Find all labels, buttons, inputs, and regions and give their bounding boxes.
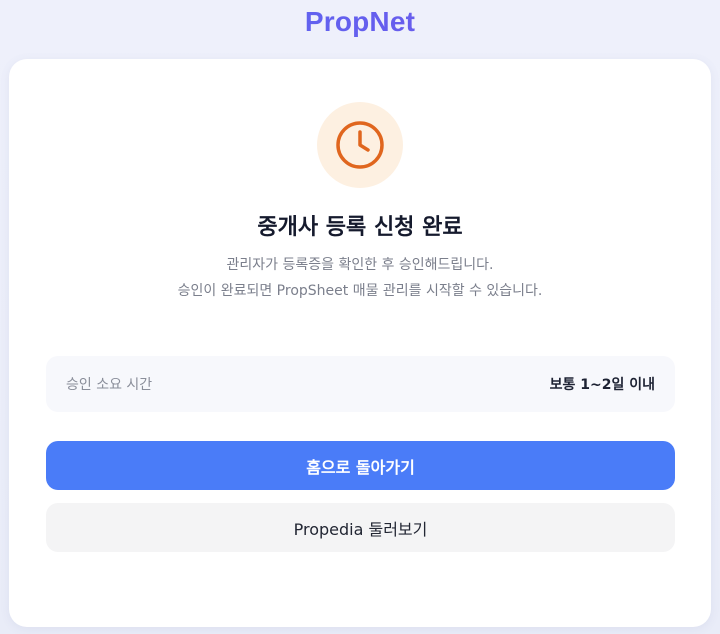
description-line-1: 관리자가 등록증을 확인한 후 승인해드립니다. xyxy=(226,257,494,273)
clock-icon xyxy=(336,121,384,169)
brand-logo: PropNet xyxy=(0,6,720,38)
approval-card: 중개사 등록 신청 완료 관리자가 등록증을 확인한 후 승인해드립니다. 승인… xyxy=(9,59,711,627)
description-line-2: 승인이 완료되면 PropSheet 매물 관리를 시작할 수 있습니다. xyxy=(177,283,543,299)
go-home-button[interactable]: 홈으로 돌아가기 xyxy=(46,441,675,490)
approval-time-info: 승인 소요 시간 보통 1~2일 이내 xyxy=(46,356,675,412)
page-title: 중개사 등록 신청 완료 xyxy=(257,215,463,240)
approval-time-label: 승인 소요 시간 xyxy=(66,377,153,393)
approval-time-value: 보통 1~2일 이내 xyxy=(549,377,655,393)
clock-icon-badge xyxy=(317,102,403,188)
browse-propedia-button[interactable]: Propedia 둘러보기 xyxy=(46,503,675,552)
